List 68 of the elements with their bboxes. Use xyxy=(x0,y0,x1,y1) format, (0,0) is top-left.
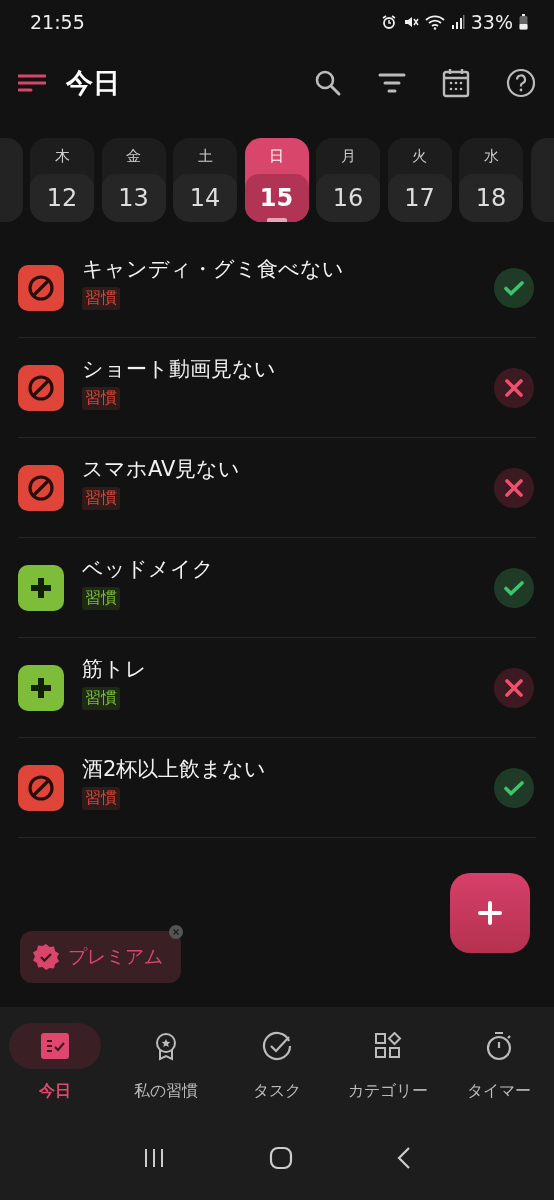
weekday-label: 土 xyxy=(197,146,213,167)
date-card[interactable]: 水 18 xyxy=(459,138,523,222)
nav-tab[interactable]: 私の習慣 xyxy=(110,1007,222,1125)
search-icon[interactable] xyxy=(314,69,342,97)
habit-name: キャンディ・グミ食べない xyxy=(82,256,344,283)
signal-icon xyxy=(450,14,465,30)
today-marker xyxy=(266,218,287,222)
add-button[interactable] xyxy=(450,873,530,953)
habit-tag: 習慣 xyxy=(82,487,120,510)
date-number: 12 xyxy=(30,174,94,222)
help-icon[interactable] xyxy=(506,68,536,98)
home-icon[interactable] xyxy=(269,1145,293,1170)
date-number: 14 xyxy=(173,174,237,222)
battery-icon xyxy=(519,14,528,30)
cross-button[interactable] xyxy=(494,467,534,508)
page-title: 今日 xyxy=(66,66,120,100)
date-card[interactable]: 日 15 xyxy=(244,138,309,222)
back-icon[interactable] xyxy=(396,1145,413,1170)
nav-tab[interactable]: 今日 xyxy=(0,1007,111,1125)
menu-icon[interactable] xyxy=(18,73,46,93)
habit-tag: 習慣 xyxy=(82,687,120,710)
date-card[interactable]: 木 12 xyxy=(30,138,94,222)
wifi-icon xyxy=(424,14,445,30)
habit-name: ショート動画見ない xyxy=(82,356,276,383)
date-card[interactable]: 土 14 xyxy=(173,138,237,222)
check-circle-icon xyxy=(262,1031,292,1061)
checklist-icon xyxy=(40,1032,71,1060)
habit-name: 筋トレ xyxy=(82,656,147,683)
check-button[interactable] xyxy=(494,267,534,308)
premium-chip[interactable]: プレミアム xyxy=(20,931,181,983)
date-card[interactable]: 金 13 xyxy=(101,138,166,222)
nav-tab[interactable]: タイマー xyxy=(443,1007,554,1125)
habit-name: ベッドメイク xyxy=(82,556,214,583)
date-number: 13 xyxy=(101,174,166,222)
date-card[interactable]: 月 16 xyxy=(316,138,380,222)
habit-tag: 習慣 xyxy=(82,787,120,810)
weekday-label: 日 xyxy=(269,146,284,167)
status-time: 21:55 xyxy=(30,11,85,33)
habit-tag: 習慣 xyxy=(82,587,120,610)
verified-badge-icon xyxy=(32,943,60,971)
weekday-label: 木 xyxy=(54,146,70,167)
habit-tag: 習慣 xyxy=(82,387,120,410)
check-button[interactable] xyxy=(494,767,534,808)
weekday-label: 火 xyxy=(412,146,427,167)
weekday-label: 水 xyxy=(483,146,499,167)
calendar-icon[interactable] xyxy=(442,68,470,98)
alarm-icon xyxy=(380,14,397,30)
nav-tab[interactable]: タスク xyxy=(221,1007,333,1125)
grid-icon xyxy=(373,1032,402,1060)
cross-button[interactable] xyxy=(494,667,534,708)
date-number: 18 xyxy=(459,174,523,222)
nav-tab[interactable]: カテゴリー xyxy=(332,1007,444,1125)
close-icon[interactable] xyxy=(169,925,183,939)
date-number: 17 xyxy=(387,174,452,222)
habit-name: 酒2杯以上飲まない xyxy=(82,756,267,783)
date-number: 15 xyxy=(244,174,309,222)
battery-percent: 33% xyxy=(470,11,513,33)
weekday-label: 金 xyxy=(126,146,141,167)
habit-name: スマホAV見ない xyxy=(82,456,241,483)
filter-icon[interactable] xyxy=(378,71,406,95)
cross-button[interactable] xyxy=(494,367,534,408)
weekday-label: 月 xyxy=(340,146,356,167)
date-number: 16 xyxy=(316,174,380,222)
check-button[interactable] xyxy=(494,567,534,608)
mute-icon xyxy=(402,14,419,30)
habit-tag: 習慣 xyxy=(82,287,120,310)
date-card[interactable]: 火 17 xyxy=(387,138,452,222)
plus-icon xyxy=(477,900,503,926)
